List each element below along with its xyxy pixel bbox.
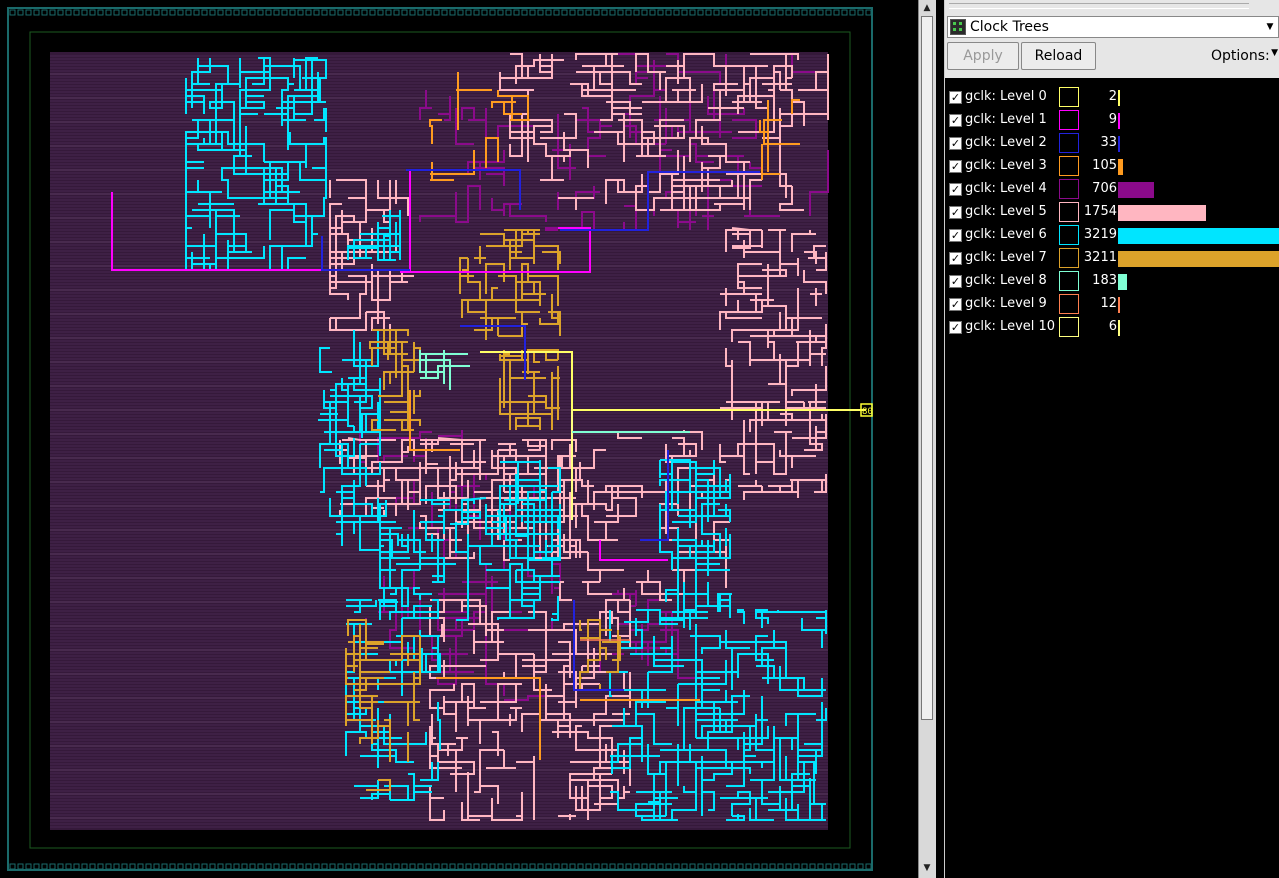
level-count-bar: [1118, 159, 1123, 175]
level-color-swatch[interactable]: [1059, 156, 1079, 176]
level-checkbox[interactable]: ✓: [949, 91, 962, 104]
level-color-swatch[interactable]: [1059, 271, 1079, 291]
level-count: 6: [1108, 319, 1117, 334]
level-label: gclk: Level 5: [965, 204, 1047, 219]
level-count: 12: [1100, 296, 1117, 311]
level-color-swatch[interactable]: [1059, 133, 1079, 153]
level-count-bar: [1118, 113, 1120, 129]
clock-tree-panel: Clock Trees ▼ Apply Reload Options: ▼ ✓ g…: [944, 0, 1279, 878]
scroll-down-icon[interactable]: ▼: [921, 862, 933, 874]
level-color-swatch[interactable]: [1059, 87, 1079, 107]
level-label: gclk: Level 10: [965, 319, 1056, 334]
clock-tree-icon: [950, 19, 966, 35]
level-label: gclk: Level 3: [965, 158, 1047, 173]
level-count: 3211: [1083, 250, 1117, 265]
level-count-bar: [1118, 274, 1127, 290]
level-checkbox[interactable]: ✓: [949, 114, 962, 127]
level-color-swatch[interactable]: [1059, 294, 1079, 314]
level-checkbox[interactable]: ✓: [949, 206, 962, 219]
level-color-swatch[interactable]: [1059, 179, 1079, 199]
level-checkbox[interactable]: ✓: [949, 252, 962, 265]
level-count: 3219: [1083, 227, 1117, 242]
level-row: ✓ gclk: Level 2 33: [945, 133, 1279, 156]
chip-layout: 80: [7, 7, 873, 871]
clock-pin-label: 80: [862, 407, 873, 417]
level-row: ✓ gclk: Level 9 12: [945, 294, 1279, 317]
level-color-swatch[interactable]: [1059, 317, 1079, 337]
level-color-swatch[interactable]: [1059, 248, 1079, 268]
panel-grip[interactable]: [949, 3, 1249, 9]
level-checkbox[interactable]: ✓: [949, 275, 962, 288]
level-count-bar: [1118, 320, 1120, 336]
level-count-bar: [1118, 205, 1206, 221]
level-color-swatch[interactable]: [1059, 202, 1079, 222]
level-checkbox[interactable]: ✓: [949, 160, 962, 173]
level-label: gclk: Level 0: [965, 89, 1047, 104]
level-checkbox[interactable]: ✓: [949, 321, 962, 334]
level-row: ✓ gclk: Level 10 6: [945, 317, 1279, 340]
level-checkbox[interactable]: ✓: [949, 298, 962, 311]
level-label: gclk: Level 4: [965, 181, 1047, 196]
level-row: ✓ gclk: Level 7 3211: [945, 248, 1279, 271]
level-count-bar: [1118, 90, 1120, 106]
level-row: ✓ gclk: Level 6 3219: [945, 225, 1279, 248]
vertical-scrollbar[interactable]: ▲ ▼: [918, 0, 936, 878]
scroll-thumb[interactable]: [921, 16, 933, 720]
level-count: 105: [1092, 158, 1117, 173]
panel-toolbar: Clock Trees ▼ Apply Reload Options: ▼: [945, 0, 1279, 78]
level-label: gclk: Level 6: [965, 227, 1047, 242]
level-count: 1754: [1083, 204, 1117, 219]
level-label: gclk: Level 2: [965, 135, 1047, 150]
options-dropdown-icon[interactable]: ▼: [1271, 48, 1278, 58]
level-count-bar: [1118, 182, 1154, 198]
chevron-down-icon[interactable]: ▼: [1264, 20, 1276, 34]
level-row: ✓ gclk: Level 5 1754: [945, 202, 1279, 225]
scroll-up-icon[interactable]: ▲: [921, 2, 933, 14]
level-row: ✓ gclk: Level 0 2: [945, 87, 1279, 110]
level-count-bar: [1118, 228, 1279, 244]
level-count: 2: [1108, 89, 1117, 104]
level-checkbox[interactable]: ✓: [949, 183, 962, 196]
layout-canvas[interactable]: 80: [0, 0, 918, 878]
level-label: gclk: Level 8: [965, 273, 1047, 288]
panel-splitter[interactable]: [936, 0, 944, 878]
level-count: 706: [1092, 181, 1117, 196]
level-checkbox[interactable]: ✓: [949, 229, 962, 242]
level-color-swatch[interactable]: [1059, 225, 1079, 245]
view-selector-value: Clock Trees: [970, 19, 1049, 35]
level-count: 183: [1092, 273, 1117, 288]
apply-button[interactable]: Apply: [947, 42, 1019, 70]
level-color-swatch[interactable]: [1059, 110, 1079, 130]
level-count-bar: [1118, 251, 1279, 267]
level-row: ✓ gclk: Level 4 706: [945, 179, 1279, 202]
level-label: gclk: Level 1: [965, 112, 1047, 127]
level-count-bar: [1118, 297, 1120, 313]
level-row: ✓ gclk: Level 8 183: [945, 271, 1279, 294]
view-selector[interactable]: Clock Trees ▼: [947, 16, 1279, 38]
level-count-bar: [1118, 136, 1120, 152]
reload-button[interactable]: Reload: [1021, 42, 1096, 70]
level-row: ✓ gclk: Level 1 9: [945, 110, 1279, 133]
level-label: gclk: Level 9: [965, 296, 1047, 311]
options-label: Options:: [1211, 48, 1270, 64]
level-count: 33: [1100, 135, 1117, 150]
level-checkbox[interactable]: ✓: [949, 137, 962, 150]
level-label: gclk: Level 7: [965, 250, 1047, 265]
level-count: 9: [1108, 112, 1117, 127]
level-row: ✓ gclk: Level 3 105: [945, 156, 1279, 179]
